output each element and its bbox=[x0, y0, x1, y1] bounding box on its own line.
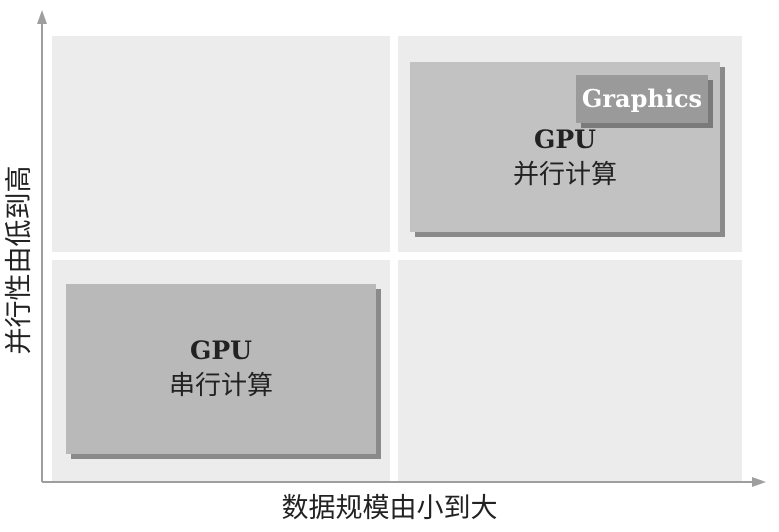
gpu-serial-box: GPU 串行计算 bbox=[66, 284, 376, 454]
x-axis-label: 数据规模由小到大 bbox=[281, 493, 498, 524]
parallel-box-subtitle: 并行计算 bbox=[512, 160, 617, 190]
serial-box-subtitle: 串行计算 bbox=[168, 371, 273, 401]
x-axis-arrow bbox=[752, 477, 766, 487]
y-axis-arrow bbox=[37, 10, 47, 24]
parallel-box-title: GPU bbox=[534, 125, 596, 154]
serial-box-title: GPU bbox=[190, 336, 252, 365]
graphics-tag: Graphics bbox=[576, 75, 708, 123]
y-axis-label: 并行性由低到高 bbox=[4, 165, 35, 355]
